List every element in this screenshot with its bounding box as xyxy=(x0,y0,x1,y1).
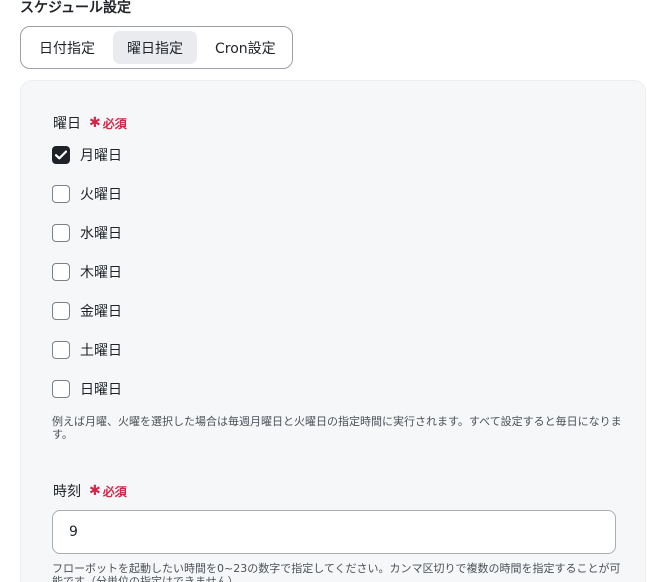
checkbox-friday[interactable] xyxy=(52,302,70,320)
weekday-option-label: 金曜日 xyxy=(80,304,122,320)
time-help-text: フローボットを起動したい時間を0~23の数字で指定してください。カンマ区切りで複… xyxy=(52,562,621,582)
weekday-required-badge: ✱ 必須 xyxy=(89,115,127,132)
weekday-required-text: 必須 xyxy=(102,116,127,131)
weekday-option-wednesday[interactable]: 水曜日 xyxy=(52,222,122,244)
checkbox-wednesday[interactable] xyxy=(52,224,70,242)
weekday-option-thursday[interactable]: 木曜日 xyxy=(52,261,122,283)
weekday-option-label: 木曜日 xyxy=(80,265,122,281)
tab-weekday[interactable]: 曜日指定 xyxy=(113,31,197,64)
weekday-help-text: 例えば月曜、火曜を選択した場合は毎週月曜日と火曜日の指定時間に実行されます。すべ… xyxy=(52,415,622,441)
checkbox-sunday[interactable] xyxy=(52,380,70,398)
weekday-field-label: 曜日 ✱ 必須 xyxy=(53,113,127,133)
asterisk-icon: ✱ xyxy=(89,483,101,499)
weekday-option-label: 土曜日 xyxy=(80,343,122,359)
tab-cron[interactable]: Cron設定 xyxy=(201,31,290,64)
schedule-type-selector: 日付指定 曜日指定 Cron設定 xyxy=(20,26,293,69)
weekday-option-label: 水曜日 xyxy=(80,226,122,242)
check-icon xyxy=(55,150,67,160)
weekday-option-saturday[interactable]: 土曜日 xyxy=(52,339,122,361)
schedule-settings-page: スケジュール設定 日付指定 曜日指定 Cron設定 曜日 ✱ 必須 月曜日 火曜… xyxy=(0,0,647,582)
weekday-option-sunday[interactable]: 日曜日 xyxy=(52,378,122,400)
checkbox-saturday[interactable] xyxy=(52,341,70,359)
weekday-label-text: 曜日 xyxy=(53,116,81,132)
checkbox-tuesday[interactable] xyxy=(52,185,70,203)
weekday-option-label: 火曜日 xyxy=(80,187,122,203)
time-label-text: 時刻 xyxy=(53,484,81,500)
checkbox-monday[interactable] xyxy=(52,146,70,164)
time-field-label: 時刻 ✱ 必須 xyxy=(53,481,127,501)
time-required-text: 必須 xyxy=(102,484,127,499)
weekday-option-label: 日曜日 xyxy=(80,382,122,398)
section-title: スケジュール設定 xyxy=(20,0,132,16)
weekday-option-friday[interactable]: 金曜日 xyxy=(52,300,122,322)
weekday-option-label: 月曜日 xyxy=(80,148,122,164)
tab-date[interactable]: 日付指定 xyxy=(25,31,109,64)
asterisk-icon: ✱ xyxy=(89,115,101,131)
checkbox-thursday[interactable] xyxy=(52,263,70,281)
time-required-badge: ✱ 必須 xyxy=(89,483,127,500)
weekday-option-tuesday[interactable]: 火曜日 xyxy=(52,183,122,205)
weekday-option-monday[interactable]: 月曜日 xyxy=(52,144,122,166)
weekday-settings-panel: 曜日 ✱ 必須 月曜日 火曜日 水曜日 木曜日 金曜日 土曜日 日曜日 例えば月… xyxy=(20,80,646,582)
time-input[interactable] xyxy=(52,510,616,554)
